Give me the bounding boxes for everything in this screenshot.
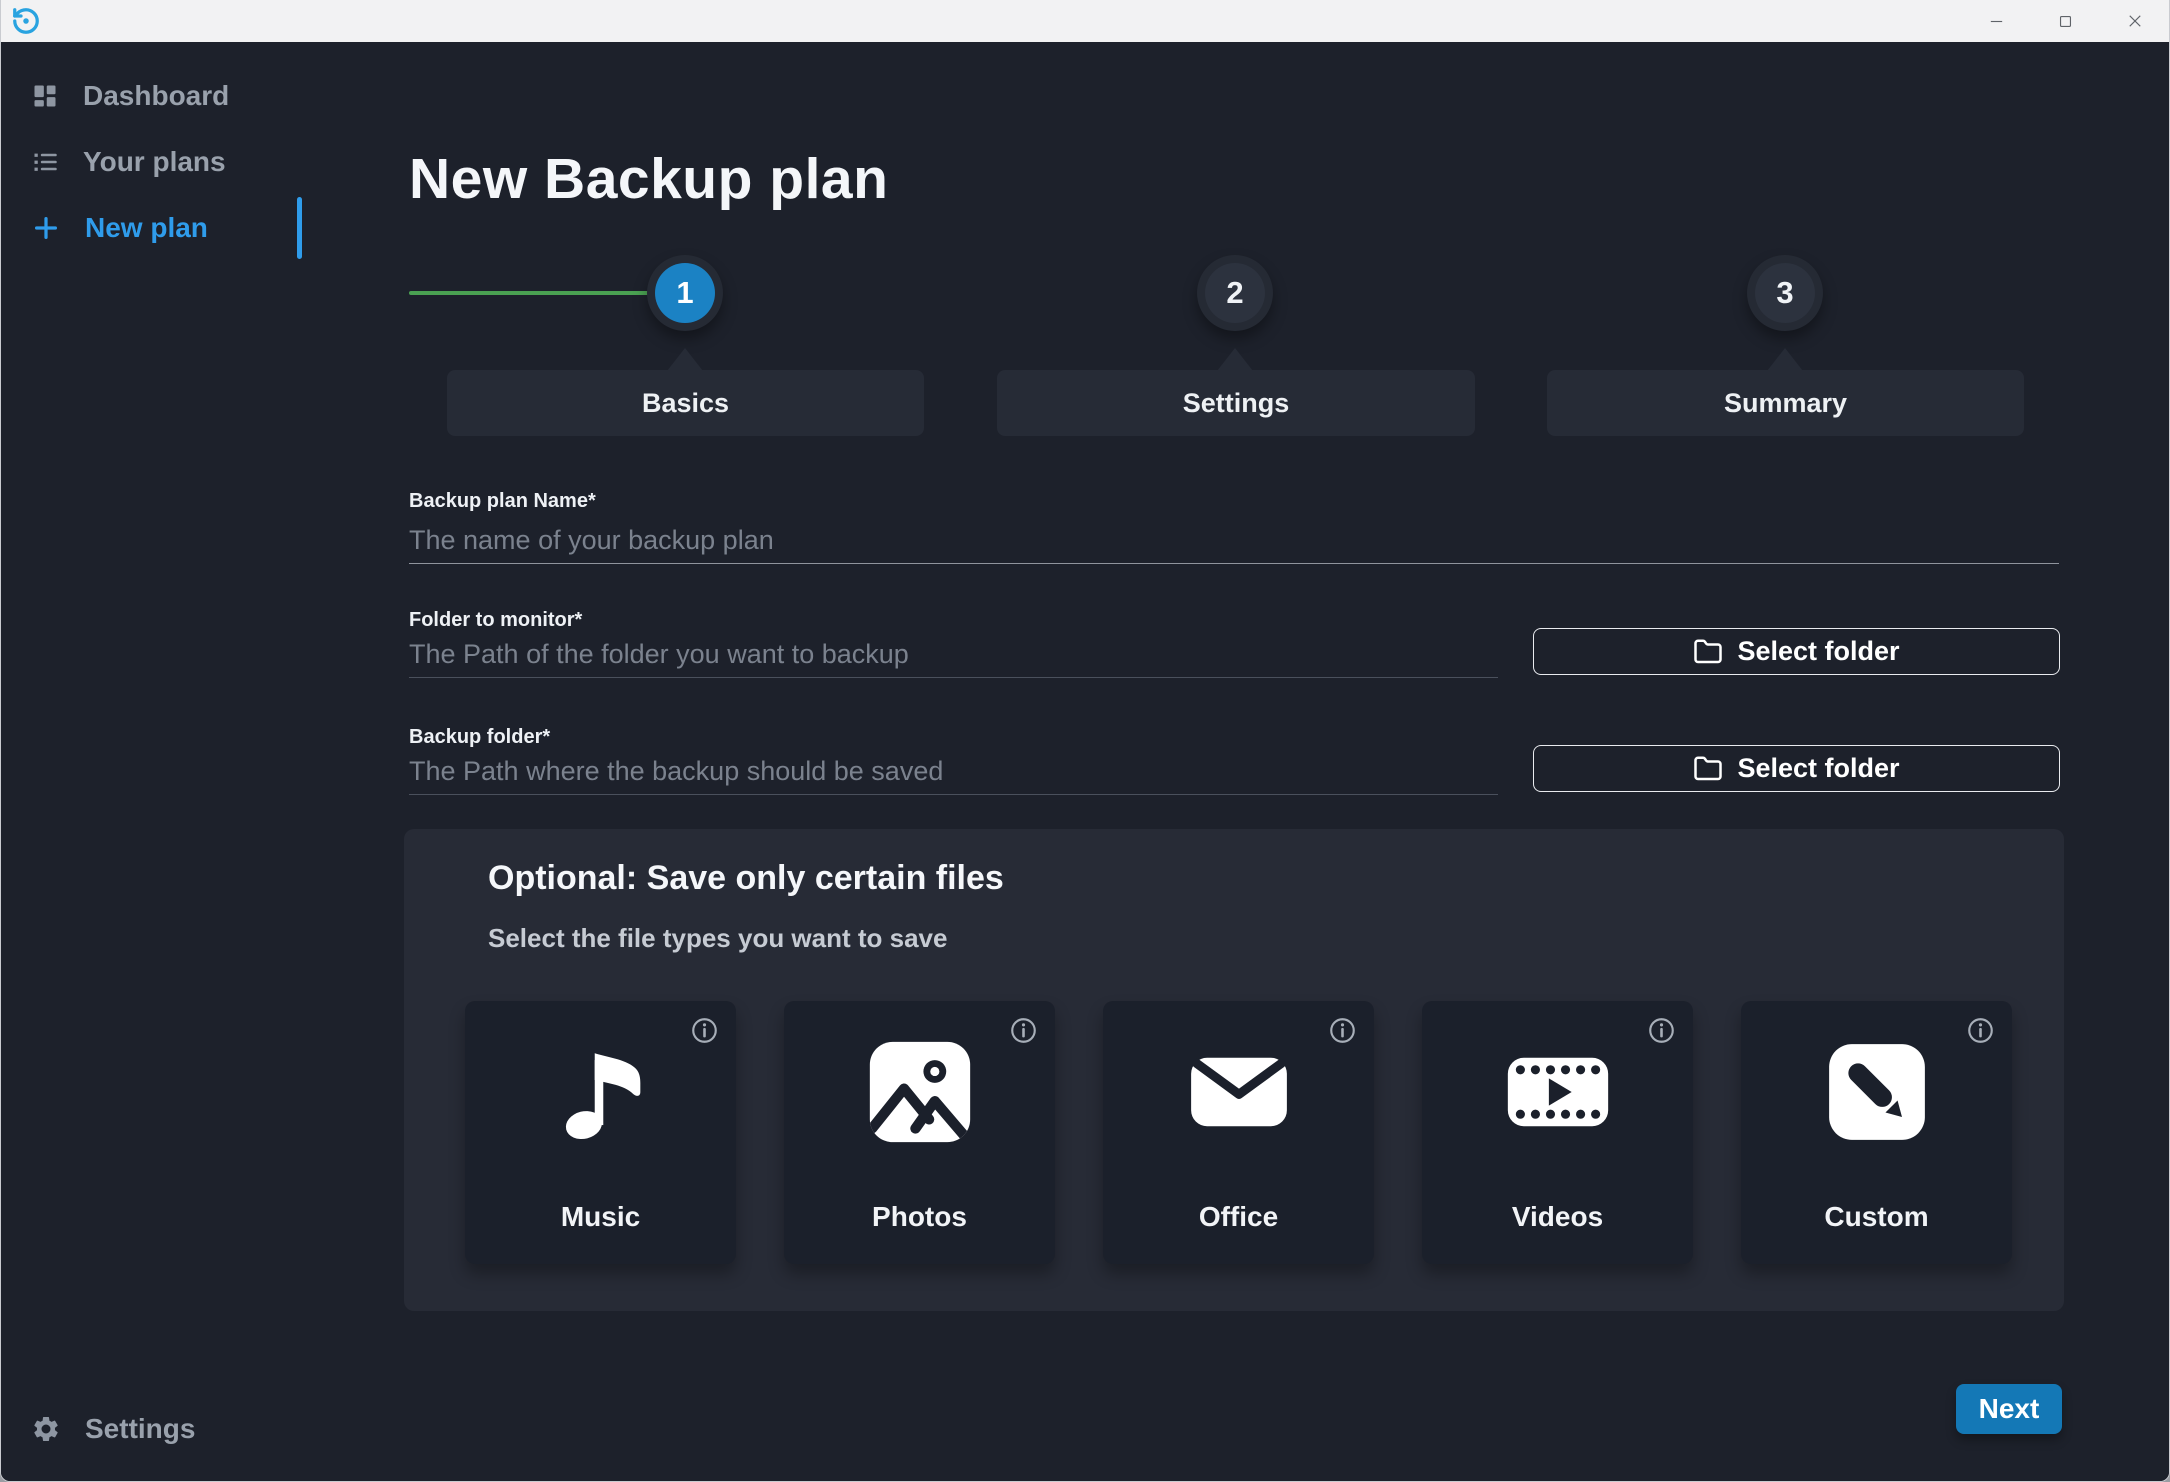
select-backup-folder-button[interactable]: Select folder [1533,745,2060,792]
info-icon[interactable] [1648,1017,1675,1044]
file-type-card-videos[interactable]: Videos [1422,1001,1693,1264]
card-label: Photos [872,1201,967,1232]
select-monitor-folder-button[interactable]: Select folder [1533,628,2060,675]
titlebar [1,0,2169,42]
step-circle-3: 3 [1747,255,1823,331]
file-type-card-music[interactable]: Music [465,1001,736,1264]
select-folder-label: Select folder [1737,636,1900,666]
film-icon [1501,1035,1615,1149]
folder-icon [1694,756,1723,780]
sidebar-item-label: New plan [85,212,208,243]
select-folder-label: Select folder [1737,753,1900,783]
info-icon[interactable] [691,1017,718,1044]
optional-panel-title: Optional: Save only certain files [488,859,1004,897]
file-type-card-office[interactable]: Office [1103,1001,1374,1264]
file-type-card-custom[interactable]: Custom [1741,1001,2012,1264]
card-label: Office [1198,1201,1279,1232]
music-note-icon [544,1035,658,1149]
page-title: New Backup plan [409,147,889,211]
pencil-icon [1820,1035,1934,1149]
app-window: Dashboard Your plans New plan Settings N… [0,0,2170,1482]
minimize-icon [1990,20,2003,22]
plus-icon [35,217,57,239]
sidebar-item-your-plans[interactable]: Your plans [1,129,311,195]
envelope-icon [1182,1035,1296,1149]
step-tab-label: Summary [1723,387,1848,418]
folder-to-monitor-label: Folder to monitor* [409,609,583,631]
maximize-button[interactable] [2031,0,2100,42]
backup-folder-label: Backup folder* [409,726,551,748]
folder-to-monitor-input[interactable] [409,632,1498,678]
step-notch-2 [1217,348,1253,371]
backup-plan-name-input[interactable] [409,518,2059,564]
step-tab-summary[interactable]: Summary [1547,370,2024,436]
photo-icon [863,1035,977,1149]
file-type-cards: Music Photos Office Videos Custom [465,1001,2012,1264]
sidebar-item-label: Settings [85,1413,196,1444]
window-controls [1962,0,2169,42]
step-number: 3 [1755,263,1815,323]
step-progress-line [409,291,651,295]
active-item-indicator [297,197,302,259]
file-type-card-photos[interactable]: Photos [784,1001,1055,1264]
optional-file-types-panel: Optional: Save only certain files Select… [404,829,2064,1311]
step-number: 1 [655,263,715,323]
step-notch-1 [667,348,703,371]
step-number: 2 [1205,263,1265,323]
next-button[interactable]: Next [1956,1384,2062,1434]
step-tab-label: Settings [1182,387,1290,418]
minimize-button[interactable] [1962,0,2031,42]
step-tab-settings[interactable]: Settings [997,370,1475,436]
card-label: Music [560,1201,641,1232]
folder-icon [1694,639,1723,663]
info-icon[interactable] [1329,1017,1356,1044]
backup-folder-input[interactable] [409,749,1498,795]
sidebar-item-settings[interactable]: Settings [1,1396,311,1462]
gear-icon [34,1417,58,1441]
step-circle-2: 2 [1197,255,1273,331]
sidebar-item-label: Dashboard [83,80,230,111]
dashboard-icon [34,85,56,107]
close-button[interactable] [2100,0,2169,42]
main-content: Dashboard Your plans New plan Settings N… [1,42,2169,1481]
optional-panel-subtitle: Select the file types you want to save [488,923,948,953]
step-tab-basics[interactable]: Basics [447,370,924,436]
list-icon [34,153,57,171]
card-label: Videos [1511,1201,1604,1232]
step-circle-1: 1 [647,255,723,331]
info-icon[interactable] [1010,1017,1037,1044]
app-logo-icon [11,6,41,36]
step-notch-3 [1767,348,1803,371]
step-tab-label: Basics [641,387,730,418]
sidebar-item-new-plan[interactable]: New plan [1,195,311,261]
close-icon [2128,15,2141,27]
info-icon[interactable] [1967,1017,1994,1044]
maximize-icon [2059,15,2072,27]
card-label: Custom [1824,1201,1929,1232]
backup-plan-name-label: Backup plan Name* [409,490,596,512]
sidebar-item-label: Your plans [83,146,226,177]
sidebar-item-dashboard[interactable]: Dashboard [1,63,311,129]
